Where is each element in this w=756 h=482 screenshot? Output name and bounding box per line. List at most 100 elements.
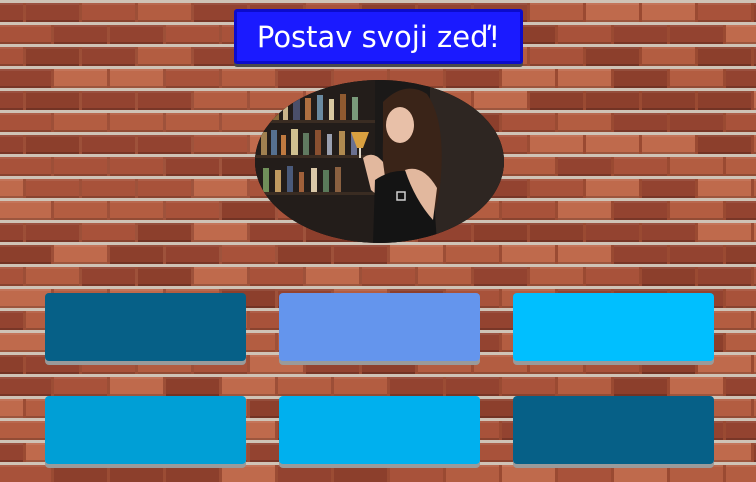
brick xyxy=(54,201,107,220)
brick xyxy=(670,157,723,176)
brick xyxy=(474,267,527,286)
brick xyxy=(82,135,135,154)
brick xyxy=(698,267,751,286)
brick-row xyxy=(0,465,756,482)
brick xyxy=(558,157,611,176)
brick xyxy=(138,47,191,66)
brick-row xyxy=(0,245,756,264)
brick xyxy=(82,267,135,286)
brick-tile-5[interactable] xyxy=(279,396,480,464)
brick xyxy=(250,267,303,286)
brick xyxy=(138,91,191,110)
brick xyxy=(54,113,107,132)
brick xyxy=(418,267,471,286)
brick xyxy=(558,377,611,396)
brick xyxy=(726,245,756,264)
brick xyxy=(166,157,219,176)
brick xyxy=(642,3,695,22)
brick xyxy=(530,179,583,198)
brick xyxy=(110,113,163,132)
title-button[interactable]: Postav svoji zeď! xyxy=(234,9,523,64)
brick xyxy=(0,47,23,66)
brick xyxy=(166,245,219,264)
brick xyxy=(26,91,79,110)
brick-tile-1[interactable] xyxy=(45,293,246,361)
brick xyxy=(502,377,555,396)
brick xyxy=(642,47,695,66)
brick xyxy=(26,47,79,66)
title-label: Postav svoji zeď! xyxy=(256,19,501,54)
brick xyxy=(250,223,303,242)
brick xyxy=(726,421,756,440)
brick xyxy=(110,69,163,88)
brick xyxy=(586,91,639,110)
brick xyxy=(222,377,275,396)
brick xyxy=(502,157,555,176)
brick xyxy=(586,47,639,66)
brick xyxy=(110,245,163,264)
brick xyxy=(54,25,107,44)
brick xyxy=(166,113,219,132)
brick xyxy=(166,465,219,482)
brick xyxy=(390,465,443,482)
brick-row xyxy=(0,267,756,286)
brick xyxy=(726,289,756,308)
brick xyxy=(110,465,163,482)
brick xyxy=(0,3,23,22)
brick xyxy=(558,25,611,44)
brick xyxy=(194,267,247,286)
brick xyxy=(670,465,723,482)
brick xyxy=(698,179,751,198)
brick xyxy=(530,3,583,22)
brick xyxy=(726,113,756,132)
woman-with-drink-photo xyxy=(255,80,504,243)
brick xyxy=(110,201,163,220)
brick xyxy=(222,201,275,220)
brick xyxy=(530,91,583,110)
brick xyxy=(0,443,23,462)
brick xyxy=(586,267,639,286)
brick xyxy=(222,465,275,482)
brick xyxy=(278,377,331,396)
brick xyxy=(530,223,583,242)
brick xyxy=(390,245,443,264)
brick xyxy=(558,245,611,264)
brick xyxy=(726,377,756,396)
brick xyxy=(54,69,107,88)
brick xyxy=(446,377,499,396)
brick xyxy=(82,179,135,198)
brick xyxy=(166,25,219,44)
brick-tile-4[interactable] xyxy=(45,396,246,464)
brick-tile-2[interactable] xyxy=(279,293,480,361)
brick xyxy=(0,179,23,198)
photo-illustration xyxy=(255,80,504,243)
brick xyxy=(698,223,751,242)
brick xyxy=(726,201,756,220)
brick xyxy=(614,113,667,132)
brick xyxy=(698,3,751,22)
brick xyxy=(642,91,695,110)
brick-tile-3[interactable] xyxy=(513,293,714,361)
brick xyxy=(138,179,191,198)
brick-row xyxy=(0,377,756,396)
brick xyxy=(82,3,135,22)
brick xyxy=(0,25,51,44)
brick xyxy=(726,157,756,176)
brick-tile-6[interactable] xyxy=(513,396,714,464)
brick xyxy=(0,135,23,154)
brick xyxy=(502,113,555,132)
brick xyxy=(26,179,79,198)
brick xyxy=(586,179,639,198)
brick xyxy=(194,91,247,110)
brick xyxy=(670,377,723,396)
brick xyxy=(586,135,639,154)
brick xyxy=(26,267,79,286)
brick xyxy=(670,113,723,132)
brick xyxy=(0,245,51,264)
brick xyxy=(502,69,555,88)
brick xyxy=(642,267,695,286)
brick xyxy=(194,135,247,154)
brick xyxy=(614,157,667,176)
brick xyxy=(614,201,667,220)
brick xyxy=(670,69,723,88)
